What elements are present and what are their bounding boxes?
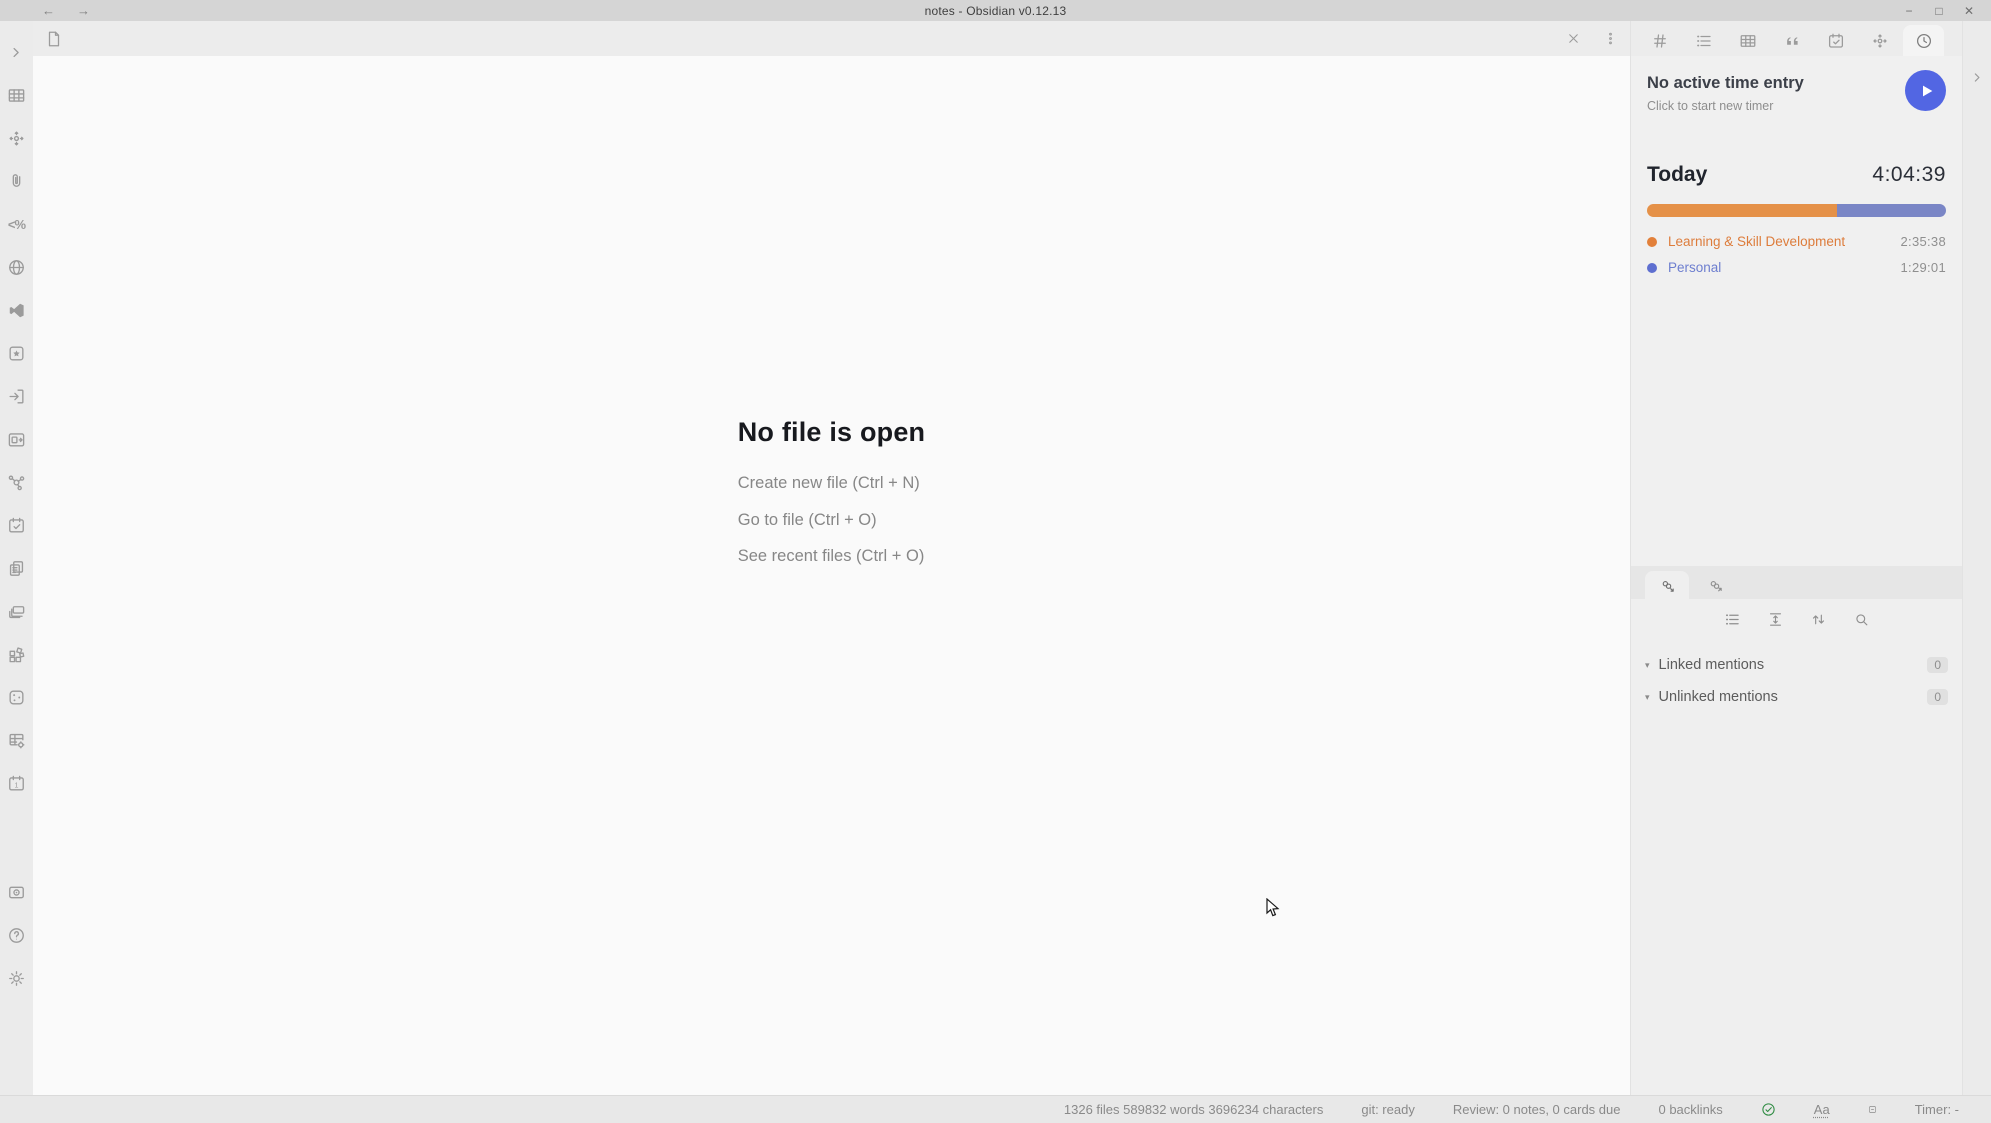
collapse-triangle-icon: ▾ — [1645, 660, 1650, 671]
backlinks-tabs — [1631, 566, 1962, 599]
tab-move-icon[interactable] — [1859, 25, 1900, 56]
statusbar: 1326 files 589832 words 3696234 characte… — [0, 1095, 1991, 1123]
collapse-triangle-icon: ▾ — [1645, 692, 1650, 703]
expand-sidebar-icon[interactable] — [0, 31, 33, 74]
entry-time: 1:29:01 — [1901, 260, 1946, 275]
entry-label: Personal — [1668, 260, 1901, 275]
main-pane: No file is open Create new file (Ctrl + … — [33, 21, 1630, 1095]
sync-check-icon[interactable] — [1761, 1102, 1776, 1117]
progress-segment-learning — [1647, 204, 1837, 217]
paperclip-icon[interactable] — [0, 160, 33, 203]
table-icon[interactable] — [0, 74, 33, 117]
editor-area: No file is open Create new file (Ctrl + … — [33, 56, 1630, 1095]
entry-dot — [1647, 237, 1657, 247]
box-document-icon[interactable] — [0, 418, 33, 461]
start-timer-button[interactable] — [1905, 70, 1946, 111]
git-status[interactable]: git: ready — [1361, 1102, 1414, 1117]
obsidian-window: ← → notes - Obsidian v0.12.13 − □ ✕ <% — [0, 0, 1991, 1123]
left-ribbon: <% 1 — [0, 21, 33, 1095]
timer-status-subtitle: Click to start new timer — [1647, 99, 1905, 113]
svg-text:1: 1 — [15, 781, 19, 789]
sign-in-icon[interactable] — [0, 375, 33, 418]
globe-icon[interactable] — [0, 246, 33, 289]
sort-order-icon[interactable] — [1810, 611, 1827, 633]
right-sidebar-tabs — [1631, 21, 1962, 56]
card-stack-icon[interactable] — [0, 590, 33, 633]
see-recent-files-link[interactable]: See recent files (Ctrl + O) — [738, 547, 926, 567]
close-pane-icon[interactable] — [1566, 31, 1581, 46]
star-box-icon[interactable] — [0, 332, 33, 375]
move-crosshair-icon[interactable] — [0, 117, 33, 160]
progress-segment-personal — [1837, 204, 1946, 217]
review-status[interactable]: Review: 0 notes, 0 cards due — [1453, 1102, 1621, 1117]
today-total-time: 4:04:39 — [1872, 163, 1946, 187]
more-options-icon[interactable] — [1603, 31, 1618, 46]
daily-note-icon[interactable]: 1 — [0, 762, 33, 805]
tab-header — [33, 21, 1630, 56]
linked-mentions-row[interactable]: ▾ Linked mentions 0 — [1631, 649, 1962, 681]
typography-toggle[interactable]: Aa — [1814, 1102, 1830, 1117]
expand-results-icon[interactable] — [1767, 611, 1784, 633]
timer-entry-personal[interactable]: Personal 1:29:01 — [1647, 260, 1946, 275]
today-progress-bar — [1647, 204, 1946, 217]
titlebar: ← → notes - Obsidian v0.12.13 − □ ✕ — [0, 0, 1991, 21]
empty-state-title: No file is open — [738, 417, 926, 448]
today-heading: Today — [1647, 163, 1872, 187]
vscode-icon[interactable] — [0, 289, 33, 332]
timer-status: Timer: - — [1915, 1102, 1959, 1117]
unlinked-mentions-row[interactable]: ▾ Unlinked mentions 0 — [1631, 681, 1962, 713]
file-stats: 1326 files 589832 words 3696234 characte… — [1064, 1102, 1323, 1117]
tab-outgoing-links-icon[interactable] — [1693, 571, 1737, 599]
tab-outline-icon[interactable] — [1683, 25, 1724, 56]
templater-icon[interactable]: <% — [0, 203, 33, 246]
dice-icon[interactable] — [0, 676, 33, 719]
tab-calendar-icon[interactable] — [1815, 25, 1856, 56]
close-button[interactable]: ✕ — [1961, 4, 1977, 18]
tab-quote-icon[interactable] — [1771, 25, 1812, 56]
backlinks-toolbar — [1631, 611, 1962, 633]
linked-mentions-count: 0 — [1927, 657, 1948, 673]
timer-status-title: No active time entry — [1647, 74, 1905, 93]
tab-backlinks-icon[interactable] — [1645, 571, 1689, 599]
backlinks-panel: ▾ Linked mentions 0 ▾ Unlinked mentions … — [1631, 566, 1962, 1095]
help-icon[interactable] — [0, 914, 33, 957]
search-icon[interactable] — [1853, 611, 1870, 633]
entry-dot — [1647, 263, 1657, 273]
document-icon — [45, 30, 63, 48]
tab-tags-icon[interactable] — [1639, 25, 1680, 56]
blocks-icon[interactable] — [0, 633, 33, 676]
tab-table-icon[interactable] — [1727, 25, 1768, 56]
backlinks-count[interactable]: 0 backlinks — [1658, 1102, 1722, 1117]
small-square-icon[interactable] — [1868, 1105, 1877, 1114]
entry-time: 2:35:38 — [1901, 234, 1946, 249]
table-settings-icon[interactable] — [0, 719, 33, 762]
right-collapsed-strip — [1962, 21, 1991, 1095]
collapse-right-sidebar-icon[interactable] — [1969, 69, 1986, 86]
empty-state: No file is open Create new file (Ctrl + … — [738, 417, 926, 734]
settings-icon[interactable] — [0, 957, 33, 1000]
calendar-check-icon[interactable] — [0, 504, 33, 547]
linked-mentions-label: Linked mentions — [1659, 657, 1928, 673]
create-new-file-link[interactable]: Create new file (Ctrl + N) — [738, 474, 926, 494]
unlinked-mentions-count: 0 — [1927, 689, 1948, 705]
graph-icon[interactable] — [0, 461, 33, 504]
timer-entry-learning[interactable]: Learning & Skill Development 2:35:38 — [1647, 234, 1946, 249]
list-view-icon[interactable] — [1724, 611, 1741, 633]
window-title: notes - Obsidian v0.12.13 — [0, 4, 1991, 18]
unlinked-mentions-label: Unlinked mentions — [1659, 689, 1928, 705]
right-sidebar: No active time entry Click to start new … — [1630, 21, 1962, 1095]
go-to-file-link[interactable]: Go to file (Ctrl + O) — [738, 511, 926, 531]
copy-documents-icon[interactable] — [0, 547, 33, 590]
play-icon — [1919, 83, 1935, 99]
vault-icon[interactable] — [0, 871, 33, 914]
timer-panel: No active time entry Click to start new … — [1631, 56, 1962, 566]
minimize-button[interactable]: − — [1901, 4, 1917, 18]
maximize-button[interactable]: □ — [1931, 4, 1947, 18]
tab-timer-icon[interactable] — [1903, 25, 1944, 56]
entry-label: Learning & Skill Development — [1668, 234, 1901, 249]
